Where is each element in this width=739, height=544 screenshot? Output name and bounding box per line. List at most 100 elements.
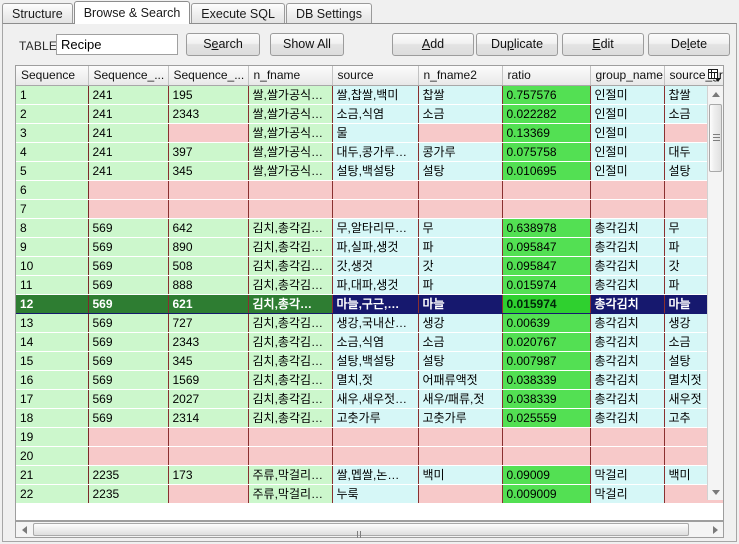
cell-source[interactable]: 물 [332,123,419,143]
cell-sequence-2[interactable]: 397 [168,142,249,162]
cell-ratio[interactable]: 0.075758 [502,142,591,162]
cell-n-fname2[interactable]: 설탕 [418,351,503,371]
cell-source[interactable]: 설탕,백설탕 [332,161,419,181]
cell-n-fname2[interactable]: 어패류액젓 [418,370,503,390]
scroll-left-arrow-icon[interactable] [16,522,32,537]
cell-sequence-2[interactable] [168,199,249,219]
tab-execute-sql[interactable]: Execute SQL [191,3,285,24]
cell-sequence-2[interactable]: 2343 [168,332,249,352]
table-row[interactable]: 17 569 2027 김치,총각김… 새우,새우젓… 새우/패류,젓 0.038339 총각… [16,389,723,409]
cell-source[interactable]: 누룩 [332,484,419,504]
cell-source[interactable]: 설탕,백설탕 [332,351,419,371]
cell-sequence[interactable]: 14 [16,332,89,352]
cell-group-name[interactable]: 총각김치 [590,351,665,371]
cell-source[interactable]: 쌀,찹쌀,백미 [332,85,419,105]
cell-n-fname[interactable]: 김치,총각김… [248,313,333,333]
table-row[interactable]: 11 569 888 김치,총각김… 파,대파,생것 파 0.015974 총각김치 파 [16,275,723,295]
table-row[interactable]: 2 241 2343 쌀,쌀가공식… 소금,식염 소금 0.022282 인절미 소금 [16,104,723,124]
cell-sequence-1[interactable] [88,199,169,219]
cell-n-fname2[interactable]: 무 [418,218,503,238]
cell-ratio[interactable]: 0.010695 [502,161,591,181]
cell-group-name[interactable]: 인절미 [590,123,665,143]
cell-group-name[interactable]: 총각김치 [590,294,665,314]
cell-sequence-1[interactable]: 569 [88,218,169,238]
cell-sequence-1[interactable]: 569 [88,237,169,257]
cell-group-name[interactable]: 막걸리 [590,484,665,504]
table-row[interactable]: 8 569 642 김치,총각김… 무,알타리무… 무 0.638978 총각김치 무 [16,218,723,238]
cell-ratio[interactable] [502,199,591,219]
cell-n-fname2[interactable]: 갓 [418,256,503,276]
cell-ratio[interactable]: 0.00639 [502,313,591,333]
cell-n-fname[interactable]: 주류,막걸리… [248,465,333,485]
cell-n-fname2[interactable] [418,446,503,466]
cell-sequence-1[interactable] [88,180,169,200]
col-header-sequence-2[interactable]: Sequence_... [168,66,249,86]
cell-n-fname[interactable]: 쌀,쌀가공식… [248,104,333,124]
cell-sequence-2[interactable]: 345 [168,161,249,181]
cell-n-fname[interactable]: 김치,총각김… [248,332,333,352]
cell-sequence[interactable]: 17 [16,389,89,409]
duplicate-button[interactable]: Duplicate [476,33,558,56]
table-row[interactable]: 13 569 727 김치,총각김… 생강,국내산… 생강 0.00639 총각김치 생강 [16,313,723,333]
cell-sequence[interactable]: 20 [16,446,89,466]
cell-ratio[interactable]: 0.095847 [502,237,591,257]
cell-n-fname2[interactable]: 설탕 [418,161,503,181]
cell-sequence-1[interactable]: 241 [88,104,169,124]
cell-ratio[interactable]: 0.025559 [502,408,591,428]
cell-sequence-2[interactable]: 508 [168,256,249,276]
cell-n-fname2[interactable]: 고춧가루 [418,408,503,428]
table-row[interactable]: 20 [16,446,723,466]
cell-n-fname2[interactable]: 소금 [418,332,503,352]
cell-n-fname2[interactable]: 파 [418,275,503,295]
col-header-sequence[interactable]: Sequence [16,66,89,86]
cell-n-fname[interactable]: 김치,총각김… [248,256,333,276]
horizontal-scroll-thumb[interactable] [33,523,689,538]
cell-sequence-1[interactable]: 569 [88,332,169,352]
cell-n-fname[interactable] [248,427,333,447]
cell-n-fname2[interactable]: 새우/패류,젓 [418,389,503,409]
table-row[interactable]: 21 2235 173 주류,막걸리… 쌀,멥쌀,논… 백미 0.09009 막걸리 백미 [16,465,723,485]
edit-button[interactable]: Edit [562,33,644,56]
cell-sequence[interactable]: 1 [16,85,89,105]
cell-group-name[interactable]: 인절미 [590,104,665,124]
cell-n-fname[interactable]: 쌀,쌀가공식… [248,142,333,162]
cell-n-fname[interactable]: 김치,총각김… [248,389,333,409]
table-row[interactable]: 4 241 397 쌀,쌀가공식… 대두,콩가루… 콩가루 0.075758 인절미 대두 [16,142,723,162]
cell-sequence-2[interactable] [168,446,249,466]
cell-n-fname[interactable]: 김치,총각… [248,294,333,314]
table-row[interactable]: 5 241 345 쌀,쌀가공식… 설탕,백설탕 설탕 0.010695 인절미 설탕 [16,161,723,181]
cell-ratio[interactable]: 0.020767 [502,332,591,352]
cell-sequence[interactable]: 13 [16,313,89,333]
cell-sequence[interactable]: 16 [16,370,89,390]
col-header-source-group[interactable]: source_gro. [664,66,723,86]
cell-sequence[interactable]: 8 [16,218,89,238]
scroll-up-arrow-icon[interactable] [708,86,723,102]
cell-sequence[interactable]: 4 [16,142,89,162]
cell-sequence[interactable]: 2 [16,104,89,124]
cell-sequence-1[interactable]: 569 [88,294,169,314]
cell-ratio[interactable]: 0.638978 [502,218,591,238]
cell-n-fname[interactable]: 쌀,쌀가공식… [248,123,333,143]
cell-n-fname2[interactable]: 콩가루 [418,142,503,162]
cell-group-name[interactable]: 총각김치 [590,408,665,428]
cell-sequence-2[interactable]: 2343 [168,104,249,124]
cell-sequence-1[interactable]: 241 [88,85,169,105]
cell-ratio[interactable]: 0.038339 [502,389,591,409]
cell-n-fname2[interactable] [418,427,503,447]
cell-source[interactable] [332,199,419,219]
cell-ratio[interactable]: 0.095847 [502,256,591,276]
cell-n-fname2[interactable] [418,123,503,143]
cell-sequence[interactable]: 18 [16,408,89,428]
cell-sequence-2[interactable] [168,123,249,143]
grid-vertical-scrollbar[interactable] [707,86,723,500]
cell-sequence-1[interactable]: 569 [88,389,169,409]
tab-db-settings[interactable]: DB Settings [285,3,372,24]
cell-sequence-1[interactable]: 569 [88,313,169,333]
grid-horizontal-scrollbar[interactable] [15,521,724,538]
cell-sequence-2[interactable]: 727 [168,313,249,333]
cell-n-fname[interactable]: 쌀,쌀가공식… [248,161,333,181]
cell-source[interactable]: 생강,국내산… [332,313,419,333]
tab-browse-search[interactable]: Browse & Search [73,1,191,24]
cell-sequence[interactable]: 6 [16,180,89,200]
table-name-input[interactable] [56,34,178,55]
